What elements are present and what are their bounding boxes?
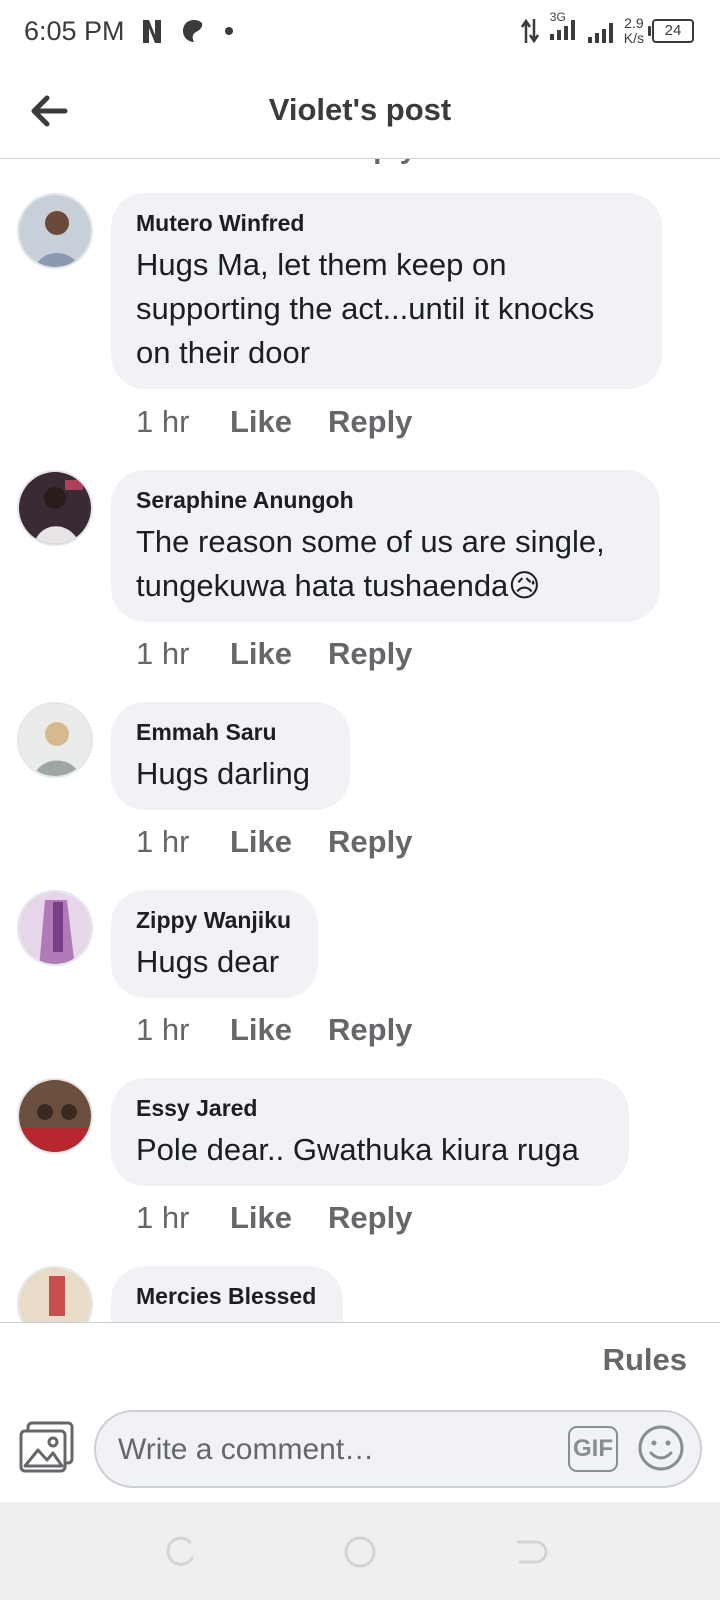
battery-icon: 24 <box>648 18 694 43</box>
reply-button[interactable]: Reply <box>328 824 412 860</box>
home-icon <box>344 1536 376 1568</box>
comment-author[interactable]: Emmah Saru <box>136 718 324 746</box>
reply-button[interactable]: Reply <box>328 1200 412 1236</box>
avatar-image <box>19 704 91 776</box>
network-type: 3G <box>549 10 566 24</box>
avatar[interactable] <box>17 1078 93 1154</box>
back-nav-button[interactable] <box>510 1532 550 1572</box>
comment-author[interactable]: Seraphine Anungoh <box>136 486 634 514</box>
recents-icon <box>166 1536 194 1566</box>
notification-icons <box>138 16 236 46</box>
comment-bubble[interactable]: Emmah Saru Hugs darling <box>111 702 350 810</box>
status-time: 6:05 PM <box>24 16 125 46</box>
like-button[interactable]: Like <box>239 158 299 166</box>
avatar-image <box>19 1268 91 1322</box>
like-button[interactable]: Like <box>230 824 328 860</box>
comment-text: The reason some of us are single, tungek… <box>136 524 605 603</box>
avatar-image <box>19 892 91 964</box>
partial-comment-meta: 2 hrs Like Reply <box>136 158 416 166</box>
page-title: Violet's post <box>268 92 452 127</box>
comment-author[interactable]: Zippy Wanjiku <box>136 906 292 934</box>
avatar-image <box>19 195 91 267</box>
top-header: Violet's post <box>0 66 720 159</box>
like-button[interactable]: Like <box>230 1012 328 1048</box>
dot-icon <box>225 27 233 35</box>
comment-text: Hugs dear <box>136 944 280 979</box>
comment-time: 1 hr <box>136 636 190 671</box>
back-nav-icon <box>516 1540 548 1564</box>
status-bar: 6:05 PM 3G 2.9 K/s 24 <box>0 0 720 66</box>
reply-button[interactable]: Reply <box>328 1012 412 1048</box>
comment-meta: 1 hr Like Reply <box>136 636 412 672</box>
avatar[interactable] <box>17 1266 93 1322</box>
netflix-icon <box>143 20 161 43</box>
avatar-image <box>19 1080 91 1152</box>
emoji-button[interactable] <box>636 1423 686 1473</box>
comment-input-box[interactable]: GIF <box>94 1410 702 1488</box>
comment-author[interactable]: Mutero Winfred <box>136 209 636 237</box>
comment-meta: 1 hr Like Reply <box>136 1200 412 1236</box>
comment-meta: 1 hr Like Reply <box>136 404 412 440</box>
system-nav-bar <box>0 1502 720 1600</box>
comment-bubble[interactable]: Mercies Blessed <box>111 1266 343 1322</box>
comment-time: 1 hr <box>136 1012 190 1047</box>
photo-icon <box>19 1421 74 1473</box>
comment-bubble[interactable]: Seraphine Anungoh The reason some of us … <box>111 470 660 622</box>
comment-bubble[interactable]: Zippy Wanjiku Hugs dear <box>111 890 318 998</box>
comment-time: 1 hr <box>136 824 190 859</box>
data-transfer-icon <box>520 18 539 43</box>
avatar[interactable] <box>17 193 93 269</box>
reply-button[interactable]: Reply <box>328 636 412 672</box>
comment-bubble[interactable]: Essy Jared Pole dear.. Gwathuka kiura ru… <box>111 1078 629 1186</box>
status-indicators: 3G 2.9 K/s 24 <box>520 10 694 47</box>
rules-link[interactable]: Rules <box>603 1342 687 1378</box>
reply-button[interactable]: Reply <box>335 158 417 166</box>
signal-icon-2 <box>587 22 613 43</box>
net-speed: 2.9 K/s <box>623 14 644 46</box>
comments-list[interactable]: 2 hrs Like Reply Mutero Winfred Hugs Ma,… <box>0 158 720 1322</box>
comment-time: 1 hr <box>136 404 190 439</box>
comment-text: Hugs darling <box>136 756 311 791</box>
reply-button[interactable]: Reply <box>328 404 412 440</box>
avatar-image <box>19 472 91 544</box>
comment-author[interactable]: Mercies Blessed <box>136 1282 317 1310</box>
rules-bar: Rules <box>0 1322 720 1403</box>
comment-text: Hugs Ma, let them keep on supporting the… <box>136 247 595 370</box>
comment-meta: 1 hr Like Reply <box>136 1012 412 1048</box>
avatar[interactable] <box>17 470 93 546</box>
avatar[interactable] <box>17 890 93 966</box>
home-button[interactable] <box>340 1532 380 1572</box>
comment-time: 2 hrs <box>136 158 203 166</box>
comment-meta: 1 hr Like Reply <box>136 824 412 860</box>
recents-button[interactable] <box>160 1532 200 1572</box>
like-button[interactable]: Like <box>230 1200 328 1236</box>
comment-input[interactable] <box>116 1424 540 1476</box>
comment-composer: GIF <box>0 1402 720 1502</box>
photo-button[interactable] <box>18 1420 76 1476</box>
like-button[interactable]: Like <box>230 636 328 672</box>
emoji-icon <box>638 1425 684 1471</box>
gif-button[interactable]: GIF <box>568 1426 618 1472</box>
comment-text: Pole dear.. Gwathuka kiura ruga <box>136 1132 579 1167</box>
comment-bubble[interactable]: Mutero Winfred Hugs Ma, let them keep on… <box>111 193 662 389</box>
like-button[interactable]: Like <box>230 404 328 440</box>
comment-time: 1 hr <box>136 1200 190 1235</box>
comment-author[interactable]: Essy Jared <box>136 1094 603 1122</box>
app-notification-icon <box>183 20 203 42</box>
avatar[interactable] <box>17 702 93 778</box>
